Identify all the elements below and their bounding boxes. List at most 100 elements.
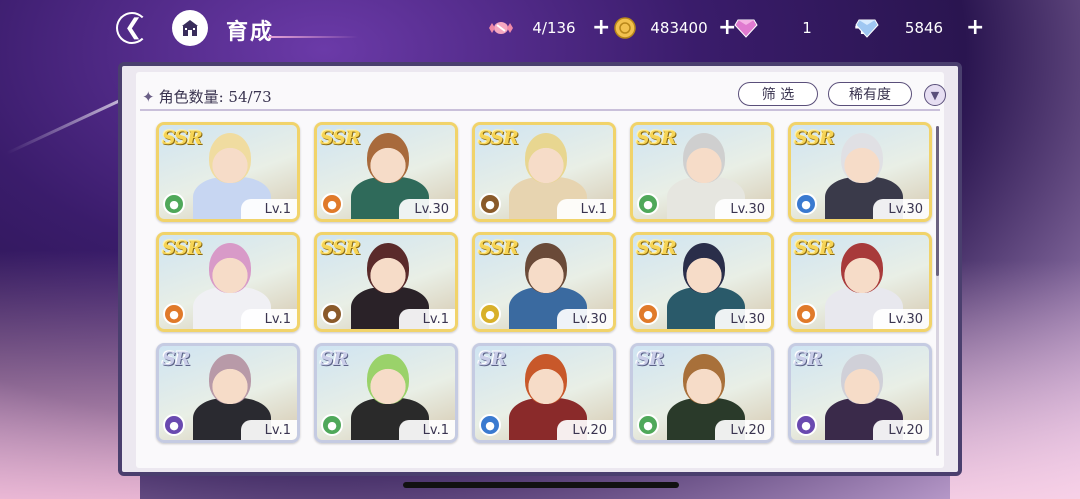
level-label: Lv.1 (241, 309, 297, 329)
candy-add-button[interactable]: + (592, 17, 610, 39)
castle-icon (182, 20, 198, 36)
rarity-badge: SSR (794, 237, 835, 259)
rarity-badge: SSR (320, 127, 361, 149)
character-card[interactable]: SSR ● Lv.30 (788, 122, 932, 222)
blue-gem-add-button[interactable]: + (966, 17, 984, 39)
character-card[interactable]: SSR ● Lv.30 (788, 232, 932, 332)
flame-icon: ● (321, 193, 343, 215)
leaf-icon: ● (637, 193, 659, 215)
flame-icon: ● (795, 303, 817, 325)
blue-gem-icon (854, 15, 880, 41)
level-label: Lv.20 (873, 420, 929, 440)
leaf-icon: ● (637, 414, 659, 436)
character-card[interactable]: SR ● Lv.20 (788, 343, 932, 443)
character-card[interactable]: SSR ● Lv.30 (314, 122, 458, 222)
character-card[interactable]: SSR ● Lv.1 (156, 232, 300, 332)
character-face (525, 354, 567, 404)
blue-gem-value: 5846 (904, 19, 944, 37)
character-card[interactable]: SR ● Lv.20 (630, 343, 774, 443)
character-face (683, 243, 725, 293)
rarity-badge: SSR (320, 237, 361, 259)
character-face (209, 354, 251, 404)
character-face (209, 243, 251, 293)
character-face (683, 354, 725, 404)
character-face (367, 133, 409, 183)
level-label: Lv.1 (399, 309, 455, 329)
rarity-badge: SSR (478, 237, 519, 259)
character-card[interactable]: SR ● Lv.20 (472, 343, 616, 443)
sort-order-toggle[interactable]: ▼ (924, 84, 946, 106)
level-label: Lv.1 (241, 420, 297, 440)
level-label: Lv.30 (873, 309, 929, 329)
flame-icon: ● (637, 303, 659, 325)
rarity-badge: SSR (636, 127, 677, 149)
character-face (841, 243, 883, 293)
level-label: Lv.20 (715, 420, 771, 440)
gear-icon: ● (163, 414, 185, 436)
level-label: Lv.30 (557, 309, 613, 329)
title-decoration (268, 36, 358, 38)
level-label: Lv.1 (557, 199, 613, 219)
coin-counter: 483400 + (612, 14, 736, 42)
character-card[interactable]: SSR ● Lv.1 (314, 232, 458, 332)
gear-icon: ● (795, 414, 817, 436)
candy-counter: 4/136 + (488, 14, 610, 42)
water-icon: ● (479, 414, 501, 436)
rarity-badge: SR (794, 348, 822, 370)
sparkle-icon: ✦ (142, 88, 155, 106)
background-glow-right (950, 260, 1080, 499)
rarity-badge: SSR (636, 237, 677, 259)
pink-gem-counter: 1 + (733, 14, 871, 42)
character-face (525, 243, 567, 293)
rarity-badge: SR (636, 348, 664, 370)
home-button[interactable] (172, 10, 208, 46)
scrollbar-thumb[interactable] (936, 126, 939, 276)
rarity-badge: SSR (478, 127, 519, 149)
level-label: Lv.20 (557, 420, 613, 440)
character-card[interactable]: SR ● Lv.1 (314, 343, 458, 443)
leaf-icon: ● (321, 414, 343, 436)
character-card[interactable]: SSR ● Lv.1 (472, 122, 616, 222)
shield-icon: ● (479, 193, 501, 215)
character-face (841, 133, 883, 183)
rarity-badge: SSR (162, 237, 203, 259)
rarity-badge: SSR (794, 127, 835, 149)
rarity-badge: SR (478, 348, 506, 370)
panel-inner: ✦ 角色数量: 54/73 筛 选 稀有度 ▼ SSR ● Lv.1 SSR ● Lv.30… (136, 72, 946, 468)
top-bar: ❮ 育成 4/136 + 483400 + 1 + (0, 0, 1080, 58)
chevron-down-icon: ▼ (930, 88, 940, 102)
candy-icon (488, 15, 514, 41)
water-icon: ● (795, 193, 817, 215)
character-card[interactable]: SSR ● Lv.30 (630, 232, 774, 332)
pink-gem-value: 1 (802, 19, 812, 37)
sort-rarity-button[interactable]: 稀有度 (828, 82, 912, 106)
scrollbar[interactable] (936, 126, 939, 456)
level-label: Lv.30 (715, 199, 771, 219)
character-count: ✦ 角色数量: 54/73 (142, 86, 272, 107)
level-label: Lv.1 (399, 420, 455, 440)
character-face (367, 243, 409, 293)
character-face (683, 133, 725, 183)
character-card[interactable]: SSR ● Lv.30 (472, 232, 616, 332)
blue-gem-counter: 5846 + (854, 14, 984, 42)
character-card[interactable]: SSR ● Lv.1 (156, 122, 300, 222)
home-indicator[interactable] (403, 482, 679, 488)
back-button[interactable]: ❮ (112, 10, 152, 46)
shield-icon: ● (321, 303, 343, 325)
page-title: 育成 (226, 20, 275, 45)
header-divider (140, 109, 940, 111)
rarity-badge: SSR (162, 127, 203, 149)
character-card[interactable]: SR ● Lv.1 (156, 343, 300, 443)
candy-value: 4/136 (532, 19, 576, 37)
flame-icon: ● (163, 303, 185, 325)
coin-icon (612, 15, 638, 41)
filter-button[interactable]: 筛 选 (738, 82, 818, 106)
character-count-value: 54/73 (228, 88, 272, 106)
rarity-badge: SR (162, 348, 190, 370)
leaf-icon: ● (163, 193, 185, 215)
character-count-label: 角色数量: (158, 88, 224, 106)
back-arrow-icon: ❮ (124, 15, 143, 40)
book-icon: ● (479, 303, 501, 325)
character-face (209, 133, 251, 183)
character-card[interactable]: SSR ● Lv.30 (630, 122, 774, 222)
